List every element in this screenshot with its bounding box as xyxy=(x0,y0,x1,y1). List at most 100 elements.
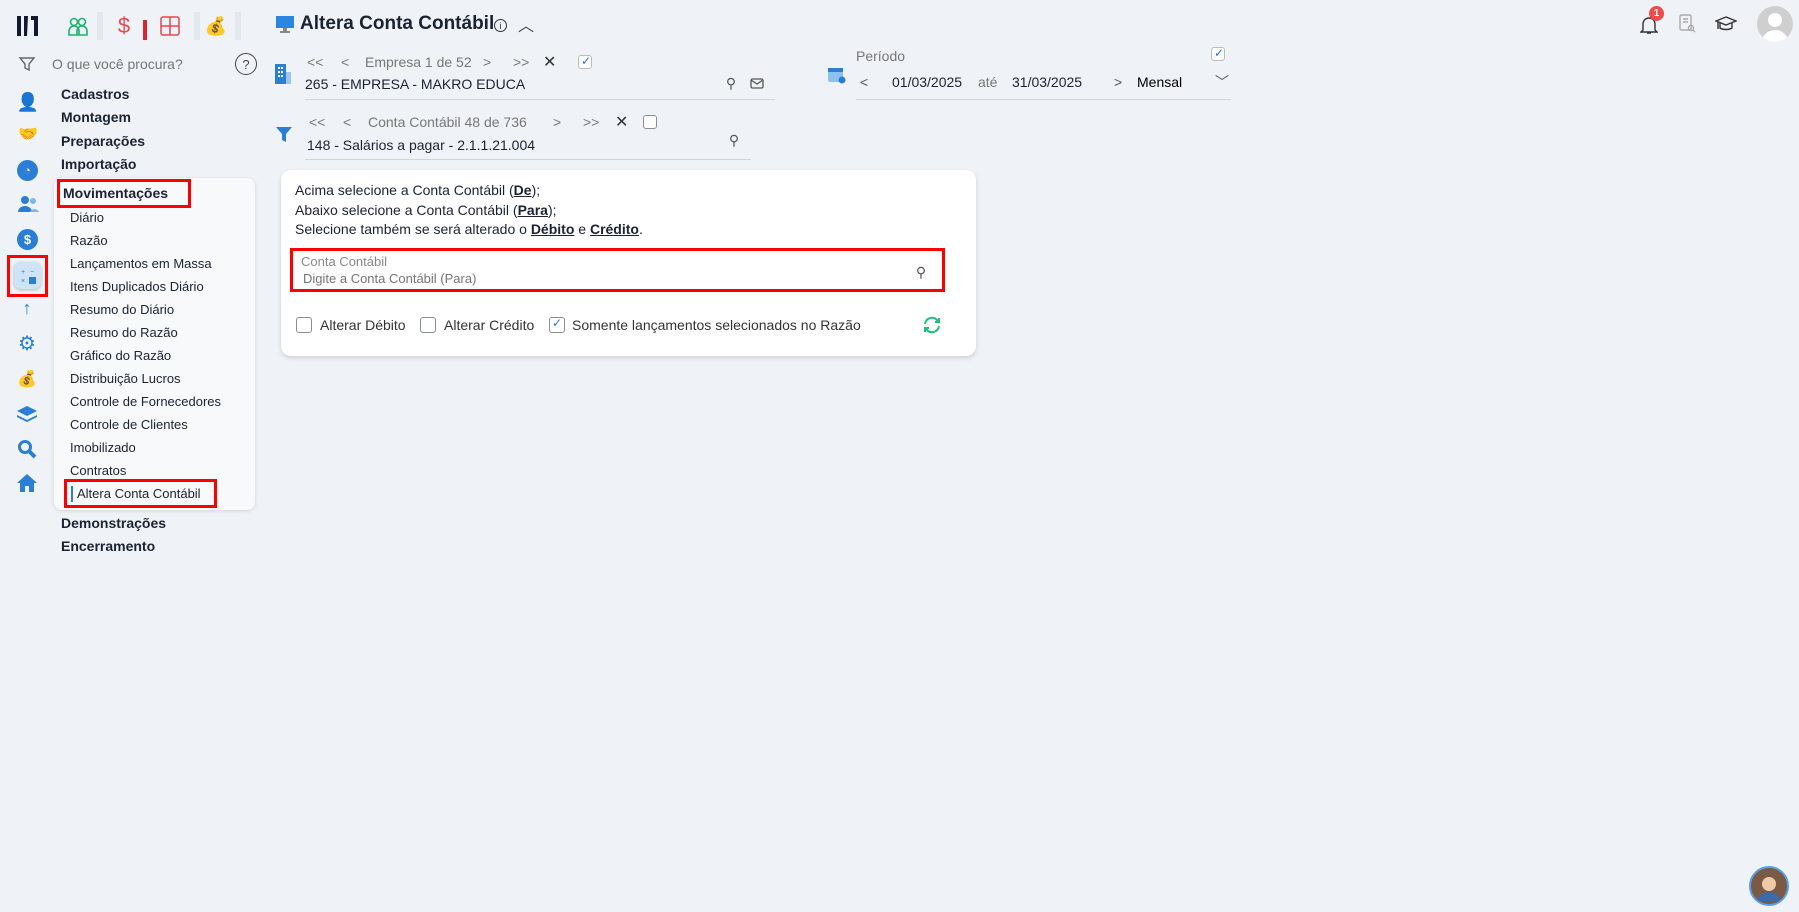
calendar-icon xyxy=(826,64,846,84)
next-conta-button[interactable]: > xyxy=(553,114,583,130)
submenu-item[interactable]: Controle de Clientes xyxy=(70,417,188,432)
money-bag-module-icon[interactable]: 💰 xyxy=(17,368,37,390)
people-icon[interactable] xyxy=(66,14,90,38)
conta-para-field[interactable]: Conta Contábil ⚲ xyxy=(290,248,945,292)
submenu-item[interactable]: Razão xyxy=(70,233,108,248)
users-icon[interactable] xyxy=(16,194,40,214)
menu-search-input[interactable] xyxy=(52,52,227,76)
conta-value: 148 - Salários a pagar - 2.1.1.21.004 xyxy=(307,137,536,153)
prev-periodo-button[interactable]: < xyxy=(860,74,892,90)
search-module-icon[interactable] xyxy=(16,438,38,460)
document-search-icon[interactable] xyxy=(1677,13,1697,35)
periodo-underline xyxy=(856,99,1231,100)
clear-empresa-button[interactable]: ✕ xyxy=(543,52,569,72)
funnel-icon xyxy=(274,124,294,144)
gear-icon[interactable]: ⚙ xyxy=(16,332,38,355)
prev-conta-button[interactable]: < xyxy=(343,114,368,130)
dollar-icon[interactable]: $ xyxy=(114,13,134,38)
conta-underline xyxy=(305,159,751,160)
first-conta-button[interactable]: << xyxy=(309,114,343,130)
search-conta-icon[interactable]: ⚲ xyxy=(726,132,742,148)
svg-text:−: − xyxy=(30,269,34,276)
prev-empresa-button[interactable]: < xyxy=(341,54,365,70)
menu-section-montagem[interactable]: Montagem xyxy=(61,109,131,125)
page-title: Altera Conta Contábil xyxy=(300,13,495,34)
menu-section-movimentacoes[interactable]: Movimentações xyxy=(63,185,168,201)
monitor-icon xyxy=(274,14,296,34)
home-icon[interactable] xyxy=(16,472,38,494)
mail-icon[interactable] xyxy=(749,75,765,91)
somente-selecionados-checkbox[interactable] xyxy=(549,316,565,333)
conta-para-label: Conta Contábil xyxy=(301,254,387,269)
alterar-credito-label[interactable]: Alterar Crédito xyxy=(444,317,534,333)
instruction-line-2: Abaixo selecione a Conta Contábil (Para)… xyxy=(295,202,557,218)
next-empresa-button[interactable]: > xyxy=(483,54,513,70)
search-para-icon[interactable]: ⚲ xyxy=(913,264,929,280)
submenu-item[interactable]: Gráfico do Razão xyxy=(70,348,171,363)
clock-icon[interactable]: ◔ xyxy=(17,160,38,181)
svg-text:×: × xyxy=(21,278,25,285)
menu-section-demonstracoes[interactable]: Demonstrações xyxy=(61,515,166,531)
filter-icon[interactable] xyxy=(17,54,37,74)
user-settings-icon[interactable]: 👤 xyxy=(17,91,39,113)
submenu-item[interactable]: Resumo do Razão xyxy=(70,325,178,340)
periodo-label: Período xyxy=(856,48,906,64)
empresa-checkbox[interactable] xyxy=(578,54,592,69)
submenu-item[interactable]: Lançamentos em Massa xyxy=(70,256,212,271)
submenu-item[interactable]: Itens Duplicados Diário xyxy=(70,279,204,294)
altera-conta-card: Acima selecione a Conta Contábil (De); A… xyxy=(281,170,976,356)
alterar-debito-label[interactable]: Alterar Débito xyxy=(320,317,406,333)
last-empresa-button[interactable]: >> xyxy=(513,54,543,70)
search-empresa-icon[interactable]: ⚲ xyxy=(723,75,739,91)
arrow-up-percent-icon[interactable]: ↑ xyxy=(17,297,37,319)
alterar-debito-checkbox[interactable] xyxy=(296,317,312,333)
next-periodo-button[interactable]: > xyxy=(1114,74,1137,90)
money-bag-icon[interactable]: 💰 xyxy=(204,14,228,38)
periodo-checkbox[interactable] xyxy=(1211,46,1225,61)
currency-icon[interactable]: $ xyxy=(17,229,38,250)
menu-section-encerramento[interactable]: Encerramento xyxy=(61,538,155,554)
submenu-item[interactable]: Resumo do Diário xyxy=(70,302,174,317)
somente-selecionados-label[interactable]: Somente lançamentos selecionados no Razã… xyxy=(572,317,861,333)
svg-text:+: + xyxy=(21,269,25,276)
calculator-icon[interactable] xyxy=(158,14,182,38)
last-conta-button[interactable]: >> xyxy=(583,114,615,130)
conta-checkbox[interactable] xyxy=(643,115,657,129)
periodo-mode-select[interactable]: Mensal xyxy=(1137,74,1215,90)
submenu-item[interactable]: Distribuição Lucros xyxy=(70,371,181,386)
instruction-line-3: Selecione também se será alterado o Débi… xyxy=(295,221,643,237)
submenu-item[interactable]: Imobilizado xyxy=(70,440,136,455)
refresh-icon[interactable] xyxy=(921,314,943,336)
clear-conta-button[interactable]: ✕ xyxy=(615,112,641,132)
submenu-item[interactable]: Controle de Fornecedores xyxy=(70,394,221,409)
conta-nav-label: Conta Contábil 48 de 736 xyxy=(368,114,527,130)
empresa-value: 265 - EMPRESA - MAKRO EDUCA xyxy=(305,76,526,92)
submenu-item[interactable]: Diário xyxy=(70,210,104,225)
menu-section-preparacoes[interactable]: Preparações xyxy=(61,133,145,149)
submenu-item[interactable]: Contratos xyxy=(70,463,126,478)
calculator-module-icon[interactable]: + − × xyxy=(14,262,41,289)
layers-icon[interactable] xyxy=(16,404,38,424)
periodo-end[interactable]: 31/03/2025 xyxy=(1012,74,1114,90)
assistant-avatar[interactable] xyxy=(1749,866,1789,906)
user-avatar[interactable] xyxy=(1757,6,1793,42)
movimentacoes-submenu xyxy=(54,178,255,510)
menu-section-cadastros[interactable]: Cadastros xyxy=(61,86,129,102)
chevron-down-icon[interactable]: ﹀ xyxy=(1215,72,1229,92)
instruction-line-1: Acima selecione a Conta Contábil (De); xyxy=(295,182,541,198)
conta-para-input[interactable] xyxy=(303,269,893,287)
collapse-chevron-icon[interactable]: ︿ xyxy=(516,14,536,35)
first-empresa-button[interactable]: << xyxy=(307,54,341,70)
submenu-item-altera-conta-contabil[interactable]: Altera Conta Contábil xyxy=(77,486,201,501)
periodo-start[interactable]: 01/03/2025 xyxy=(892,74,978,90)
active-indicator xyxy=(143,20,147,40)
handshake-icon[interactable]: 🤝 xyxy=(16,124,40,144)
graduation-cap-icon[interactable] xyxy=(1714,13,1738,35)
info-icon[interactable]: i xyxy=(494,19,507,32)
empresa-underline xyxy=(305,99,775,100)
help-icon[interactable]: ? xyxy=(235,53,257,75)
periodo-separator: até xyxy=(978,74,998,90)
alterar-credito-checkbox[interactable] xyxy=(420,317,436,333)
menu-section-importacao[interactable]: Importação xyxy=(61,156,136,172)
app-logo[interactable] xyxy=(14,12,42,40)
